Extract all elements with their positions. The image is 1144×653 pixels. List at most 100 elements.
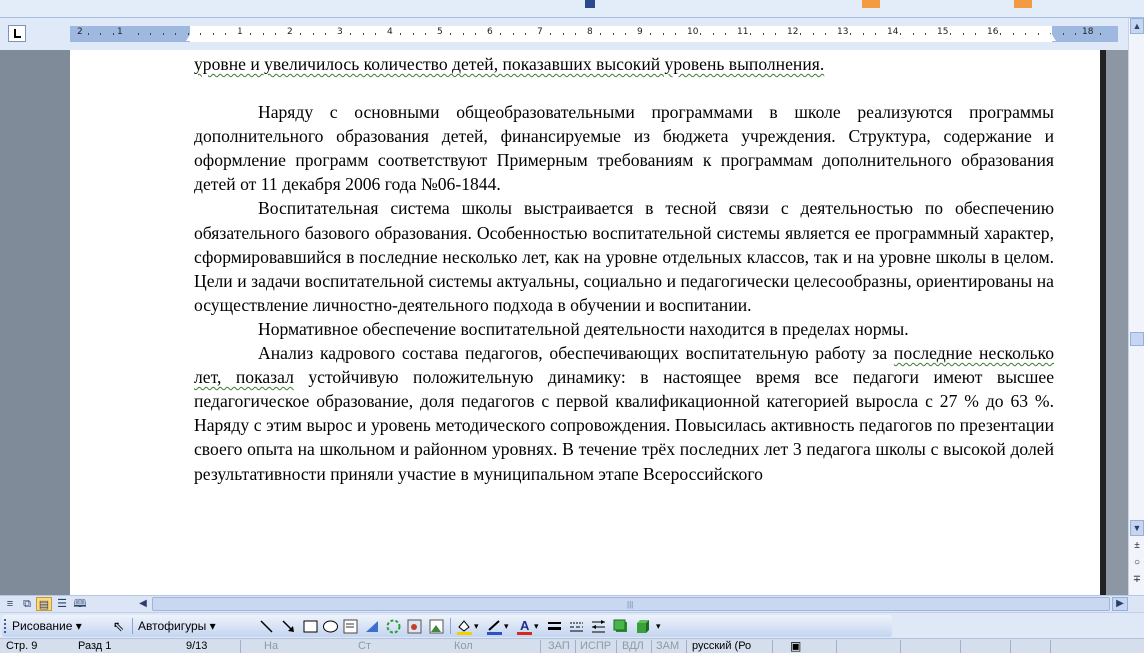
vertical-scrollbar[interactable]: ▲ ▼ ± ○ ∓ [1128, 18, 1144, 595]
ruler-tick [412, 33, 414, 35]
next-page-icon[interactable]: ∓ [1132, 574, 1142, 585]
fill-color-dropdown-icon[interactable]: ▾ [474, 618, 479, 635]
status-separator [575, 640, 576, 653]
first-line-indent-marker[interactable] [230, 26, 240, 34]
web-layout-icon[interactable]: ⧉ [19, 597, 35, 611]
ruler-tick [1062, 33, 1064, 35]
document-page[interactable]: уровне и увеличилось количество детей, п… [70, 50, 1100, 595]
scroll-down-button[interactable]: ▼ [1130, 520, 1144, 536]
ruler-tick [162, 33, 164, 35]
previous-page-icon[interactable]: ± [1132, 540, 1142, 551]
ruler-tick [862, 33, 864, 35]
print-layout-icon[interactable]: ▤ [36, 597, 52, 611]
status-rec[interactable]: ЗАП [548, 639, 570, 653]
shadow-style-icon[interactable] [612, 618, 629, 635]
left-margin-gray [0, 50, 70, 595]
drawing-menu-label: Рисование [12, 619, 73, 633]
font-color-dropdown-icon[interactable]: ▾ [534, 618, 539, 635]
clipart-tool-icon[interactable] [406, 618, 423, 635]
status-trk[interactable]: ИСПР [580, 639, 611, 653]
ruler-tick [1037, 33, 1039, 35]
arrow-style-icon[interactable] [590, 618, 607, 635]
view-and-scroll-bar: ≡ ⧉ ▤ ☰ 🕮 ◀ ||| ▶ [0, 595, 1144, 612]
horizontal-scrollbar[interactable]: ||| [152, 597, 1110, 611]
ruler-tick [275, 33, 276, 35]
document-text[interactable]: уровне и увеличилось количество детей, п… [194, 52, 1054, 486]
outline-view-icon[interactable]: ☰ [54, 597, 70, 611]
picture-tool-icon[interactable] [428, 618, 445, 635]
toolbar-options-icon[interactable]: ▾ [656, 618, 661, 635]
normal-view-icon[interactable]: ≡ [2, 597, 18, 611]
ruler-tick [262, 33, 264, 35]
dash-style-icon[interactable] [568, 618, 585, 635]
ruler-number: 10 [687, 27, 699, 37]
textbox-tool-icon[interactable] [342, 618, 359, 635]
wordart-tool-icon[interactable] [364, 618, 381, 635]
status-ext[interactable]: ВДЛ [622, 639, 644, 653]
diagram-tool-icon[interactable] [385, 618, 402, 635]
ruler-number: 4 [387, 27, 393, 37]
tab-selector-button[interactable] [8, 25, 26, 42]
status-language[interactable]: русский (Ро [692, 639, 751, 653]
status-ovr[interactable]: ЗАМ [656, 639, 679, 653]
toolbar-button-fragment[interactable] [585, 0, 595, 8]
fill-color-icon[interactable] [456, 618, 473, 635]
browse-object-icon[interactable]: ○ [1132, 557, 1142, 568]
autoshapes-menu-button[interactable]: Автофигуры ▾ [138, 618, 216, 635]
ruler-number: 18 [1082, 27, 1094, 37]
toolbar-grip-icon[interactable] [4, 619, 7, 633]
ruler-tick [762, 33, 764, 35]
toolbar-button-fragment[interactable] [1014, 0, 1032, 8]
left-indent-marker[interactable] [186, 33, 196, 41]
ruler-number: 11 [737, 27, 749, 37]
scroll-up-button[interactable]: ▲ [1130, 18, 1144, 34]
ruler-tick [87, 33, 89, 35]
scroll-right-icon[interactable]: ▶ [1112, 597, 1128, 611]
ruler-tick [725, 33, 726, 35]
status-separator [836, 640, 837, 653]
text-line: уровне и увеличилось количество детей, п… [194, 52, 1054, 76]
3d-style-icon[interactable] [634, 618, 651, 635]
ruler-tick [925, 33, 926, 35]
ruler-tick [812, 33, 814, 35]
right-indent-marker[interactable] [1046, 33, 1056, 41]
select-objects-icon[interactable]: ⇖ [110, 618, 127, 635]
scroll-thumb[interactable] [1130, 332, 1144, 346]
ruler-tick [375, 33, 376, 35]
ruler-number: 16 [987, 27, 999, 37]
ruler-tick [850, 33, 851, 35]
ruler-tick [212, 33, 214, 35]
ruler-tick [712, 33, 714, 35]
line-tool-icon[interactable] [258, 618, 275, 635]
ruler-tick [600, 33, 601, 35]
paragraph: Воспитательная система школы выстраивает… [194, 198, 1054, 315]
ruler-tick [1075, 33, 1076, 35]
ruler-tick [800, 33, 801, 35]
status-separator [616, 640, 617, 653]
line-color-dropdown-icon[interactable]: ▾ [504, 618, 509, 635]
paragraph-text: устойчивую положительную динамику: в нас… [194, 367, 1055, 484]
reading-view-icon[interactable]: 🕮 [72, 597, 88, 611]
ruler-tick [150, 33, 151, 35]
oval-tool-icon[interactable] [322, 618, 339, 635]
status-separator [1050, 640, 1051, 653]
toolbar-button-fragment[interactable] [862, 0, 880, 8]
scroll-left-icon[interactable]: ◀ [136, 597, 150, 611]
font-color-icon[interactable]: A [516, 618, 533, 635]
ruler-tick [200, 33, 201, 35]
ruler-tick [100, 33, 101, 35]
ruler-tick [562, 33, 564, 35]
rectangle-tool-icon[interactable] [302, 618, 319, 635]
ruler-tick [1000, 33, 1001, 35]
line-color-icon[interactable] [486, 618, 503, 635]
ruler-tick [825, 33, 826, 35]
toolbar-remnant [0, 0, 1144, 18]
status-separator [900, 640, 901, 653]
arrow-tool-icon[interactable] [280, 618, 297, 635]
spelling-status-icon[interactable]: ▣ [790, 639, 801, 653]
line-style-icon[interactable] [546, 618, 563, 635]
ruler-number: 5 [437, 27, 443, 37]
ruler-tick [950, 33, 951, 35]
drawing-menu-button[interactable]: Рисование ▾ [12, 618, 82, 635]
horizontal-ruler[interactable]: 2 1 1 2 3 4 5 6 7 8 9 10 11 12 13 14 15 16 18 [70, 26, 1118, 42]
